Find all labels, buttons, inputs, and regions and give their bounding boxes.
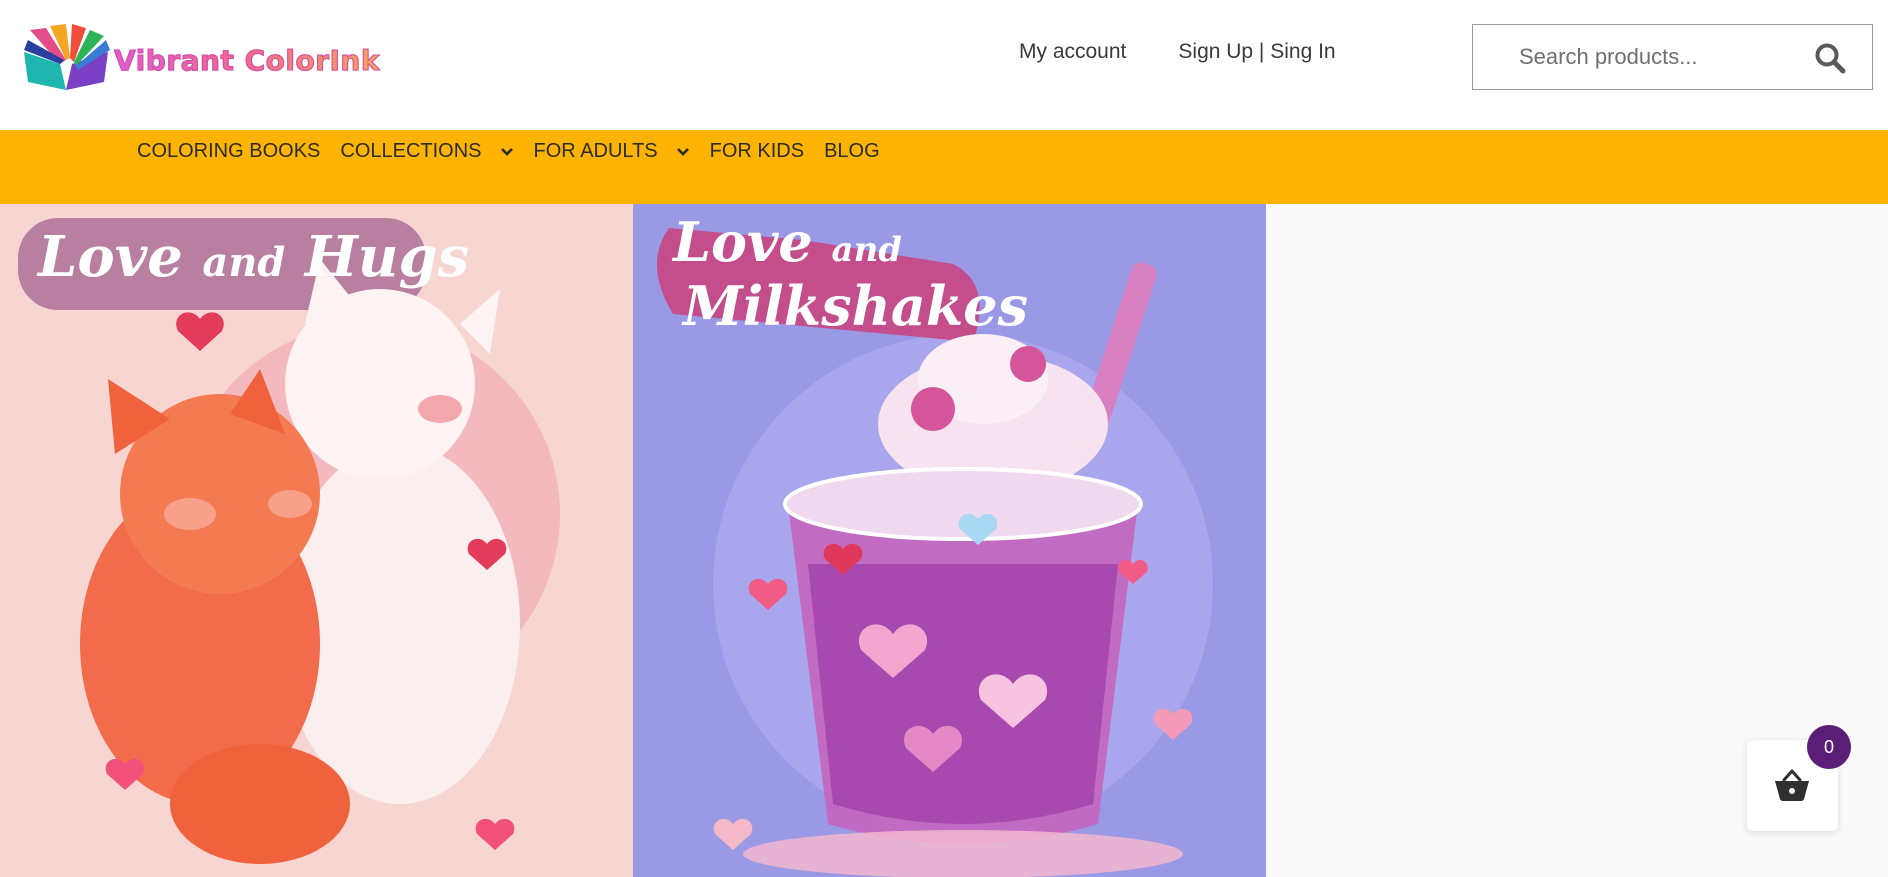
top-links: My account Sign Up | Sing In	[1019, 40, 1336, 64]
nav-item-label: COLORING BOOKS	[137, 140, 321, 162]
basket-icon	[1775, 769, 1809, 801]
nav-item-label: FOR ADULTS	[533, 140, 658, 162]
my-account-link[interactable]: My account	[1019, 40, 1126, 64]
nav-menu: COLORING BOOKS COLLECTIONS FOR ADULTS FO…	[137, 140, 900, 163]
sign-in-link[interactable]: Sign Up | Sing In	[1178, 40, 1335, 64]
logo-text: Vibrant ColorInk	[114, 43, 381, 77]
product-card-love-and-milkshakes[interactable]: Love and Milkshakes	[633, 204, 1266, 877]
search-icon[interactable]	[1814, 42, 1846, 74]
product-grid: Love and Hugs Love and Milkshakes	[0, 204, 1266, 877]
nav-item-for-kids[interactable]: FOR KIDS	[710, 140, 804, 163]
search-box	[1472, 24, 1873, 90]
cover-title: Love and Milkshakes	[673, 210, 1029, 338]
nav-item-coloring-books[interactable]: COLORING BOOKS	[137, 140, 320, 163]
nav-item-label: COLLECTIONS	[340, 140, 482, 162]
chevron-down-icon[interactable]	[676, 147, 690, 157]
site-logo[interactable]: Vibrant ColorInk	[20, 24, 380, 96]
nav-item-collections[interactable]: COLLECTIONS	[340, 140, 513, 163]
book-logo-icon	[24, 24, 110, 90]
nav-item-blog[interactable]: BLOG	[824, 140, 880, 163]
cover-title: Love and Hugs	[38, 224, 470, 290]
nav-item-label: FOR KIDS	[709, 140, 805, 162]
site-header: Vibrant ColorInk My account Sign Up | Si…	[0, 0, 1888, 130]
product-card-love-and-hugs[interactable]: Love and Hugs	[0, 204, 633, 877]
cats-hugging-illustration	[18, 218, 560, 864]
nav-item-label: BLOG	[824, 140, 880, 162]
search-input[interactable]	[1519, 25, 1799, 89]
cart-count-badge: 0	[1807, 725, 1851, 769]
main-nav: COLORING BOOKS COLLECTIONS FOR ADULTS FO…	[0, 130, 1888, 204]
chevron-down-icon[interactable]	[500, 147, 514, 157]
nav-item-for-adults[interactable]: FOR ADULTS	[534, 140, 690, 163]
